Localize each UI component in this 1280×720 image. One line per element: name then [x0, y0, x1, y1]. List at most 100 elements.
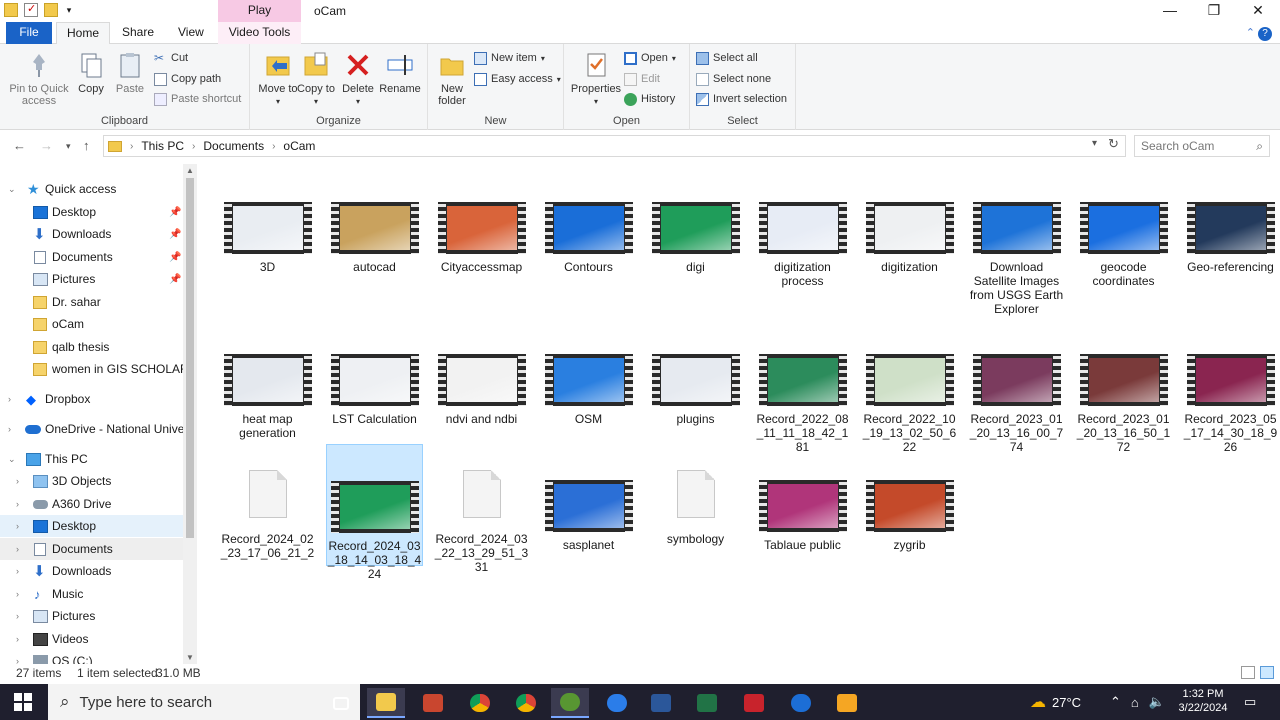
- nav-quick-qalb-thesis[interactable]: qalb thesis: [0, 336, 183, 358]
- app-icon-red-shield[interactable]: [735, 688, 773, 718]
- file-item[interactable]: Record_2022_08_11_11_18_42_181: [754, 354, 851, 454]
- copy-button[interactable]: Copy: [74, 50, 108, 95]
- pin-icon[interactable]: 📌: [169, 229, 181, 240]
- properties-button[interactable]: Properties ▾: [568, 50, 624, 108]
- breadcrumb-separator-icon[interactable]: ›: [272, 141, 275, 152]
- chevron-right-icon[interactable]: ›: [8, 424, 11, 434]
- file-item[interactable]: Tablaue public: [754, 446, 851, 552]
- chevron-right-icon[interactable]: ›: [16, 476, 19, 486]
- file-item[interactable]: Download Satellite Images from USGS Eart…: [968, 202, 1065, 316]
- back-arrow-icon[interactable]: ←: [13, 138, 26, 153]
- tab-home[interactable]: Home: [56, 22, 111, 45]
- paste-shortcut-button[interactable]: Paste shortcut: [154, 90, 241, 108]
- nav-quick-dr-sahar[interactable]: Dr. sahar: [0, 291, 183, 313]
- file-item[interactable]: geocode coordinates: [1075, 202, 1172, 288]
- breadcrumb-this-pc[interactable]: This PC: [141, 139, 184, 153]
- tab-file[interactable]: File: [6, 22, 52, 44]
- nav-pc-documents[interactable]: › Documents: [0, 538, 183, 560]
- tab-view[interactable]: View: [168, 22, 214, 44]
- notifications-icon[interactable]: ▭: [1244, 684, 1256, 720]
- pin-icon[interactable]: 📌: [169, 274, 181, 285]
- file-item[interactable]: ndvi and ndbi: [433, 354, 530, 426]
- large-icons-view-icon[interactable]: [1260, 666, 1274, 679]
- file-item[interactable]: heat map generation: [219, 354, 316, 440]
- app-icon-blue-circle[interactable]: [782, 688, 820, 718]
- file-item[interactable]: symbology: [647, 446, 744, 546]
- scrollbar-thumb[interactable]: [186, 178, 194, 538]
- file-item[interactable]: Record_2023_05_17_14_30_18_926: [1182, 354, 1279, 454]
- nav-dropbox[interactable]: › ◆ Dropbox: [0, 388, 183, 410]
- details-view-icon[interactable]: [1241, 666, 1255, 679]
- new-item-button[interactable]: New item ▾: [474, 49, 545, 67]
- scroll-down-icon[interactable]: ▼: [186, 653, 194, 662]
- chevron-right-icon[interactable]: ›: [16, 566, 19, 576]
- file-item[interactable]: Record_2024_02_23_17_06_21_2: [219, 446, 316, 560]
- breadcrumb-ocam[interactable]: oCam: [283, 139, 315, 153]
- rename-button[interactable]: Rename: [378, 50, 422, 95]
- chevron-down-icon[interactable]: ⌄: [8, 184, 16, 195]
- select-none-button[interactable]: Select none: [696, 70, 771, 88]
- nav-quick-women-in-gis[interactable]: women in GIS SCHOLARSH: [0, 358, 183, 380]
- file-item[interactable]: digi: [647, 202, 744, 274]
- app-icon-globe[interactable]: [598, 688, 636, 718]
- delete-button[interactable]: Delete ▾: [340, 50, 376, 108]
- word-icon[interactable]: [642, 688, 680, 718]
- file-item[interactable]: digitization process: [754, 202, 851, 288]
- scroll-up-icon[interactable]: ▲: [186, 166, 194, 175]
- nav-pc-a360-drive[interactable]: › A360 Drive: [0, 493, 183, 515]
- pin-icon[interactable]: 📌: [169, 252, 181, 263]
- chevron-right-icon[interactable]: ›: [16, 656, 19, 664]
- select-all-button[interactable]: Select all: [696, 49, 758, 67]
- tab-share[interactable]: Share: [112, 22, 164, 44]
- task-view-icon[interactable]: [322, 688, 360, 718]
- windows-start-icon[interactable]: [14, 693, 32, 711]
- nav-quick-access[interactable]: ⌄ ★ Quick access: [0, 178, 183, 200]
- maximize-button[interactable]: ❐: [1192, 0, 1236, 22]
- chevron-right-icon[interactable]: ›: [16, 589, 19, 599]
- chrome-icon-2[interactable]: [507, 688, 545, 718]
- edit-button[interactable]: Edit: [624, 70, 660, 88]
- qgis-icon[interactable]: [551, 688, 589, 718]
- file-item[interactable]: sasplanet: [540, 446, 637, 552]
- close-button[interactable]: ✕: [1236, 0, 1280, 22]
- file-item[interactable]: 3D: [219, 202, 316, 274]
- chrome-icon[interactable]: [461, 688, 499, 718]
- file-item[interactable]: zygrib: [861, 446, 958, 552]
- file-item[interactable]: OSM: [540, 354, 637, 426]
- file-item[interactable]: Record_2024_03_22_13_29_51_331: [433, 446, 530, 574]
- file-item[interactable]: Geo-referencing: [1182, 202, 1279, 274]
- pin-to-quick-access-button[interactable]: Pin to Quick access: [6, 50, 72, 107]
- address-dropdown-icon[interactable]: ▾: [1092, 138, 1097, 149]
- chevron-right-icon[interactable]: ›: [16, 521, 19, 531]
- cut-button[interactable]: ✂ Cut: [154, 49, 188, 67]
- chevron-right-icon[interactable]: ›: [16, 634, 19, 644]
- nav-pc-downloads[interactable]: › ⬇ Downloads: [0, 560, 183, 582]
- chevron-right-icon[interactable]: ›: [16, 544, 19, 554]
- customize-toolbar-icon[interactable]: ▾: [64, 3, 74, 17]
- search-input[interactable]: Search oCam ⌕: [1134, 135, 1270, 157]
- nav-scrollbar[interactable]: ▲ ▼: [183, 164, 197, 664]
- app-icon-toolbox[interactable]: [414, 688, 452, 718]
- nav-quick-documents[interactable]: Documents 📌: [0, 246, 183, 268]
- file-item[interactable]: Cityaccessmap: [433, 202, 530, 274]
- network-icon[interactable]: ⌂: [1131, 695, 1139, 710]
- nav-pc-music[interactable]: › ♪ Music: [0, 583, 183, 605]
- file-item[interactable]: LST Calculation: [326, 354, 423, 426]
- refresh-icon[interactable]: ↻: [1108, 136, 1119, 152]
- excel-icon[interactable]: [688, 688, 726, 718]
- properties-icon[interactable]: [24, 2, 38, 17]
- new-folder-icon[interactable]: [44, 3, 58, 17]
- app-icon-orange[interactable]: [828, 688, 866, 718]
- chevron-right-icon[interactable]: ›: [16, 499, 19, 509]
- breadcrumb-separator-icon[interactable]: ›: [192, 141, 195, 152]
- pin-icon[interactable]: 📌: [169, 207, 181, 218]
- paste-button[interactable]: Paste: [112, 50, 148, 95]
- nav-pc-3d-objects[interactable]: › 3D Objects: [0, 470, 183, 492]
- chevron-right-icon[interactable]: ›: [8, 394, 11, 404]
- nav-pc-os-c[interactable]: › OS (C:): [0, 650, 183, 664]
- nav-quick-desktop[interactable]: Desktop 📌: [0, 201, 183, 223]
- file-item[interactable]: Contours: [540, 202, 637, 274]
- forward-arrow-icon[interactable]: →: [40, 138, 53, 153]
- help-icon[interactable]: ?: [1258, 27, 1272, 41]
- chevron-up-icon[interactable]: ⌃: [1110, 694, 1121, 710]
